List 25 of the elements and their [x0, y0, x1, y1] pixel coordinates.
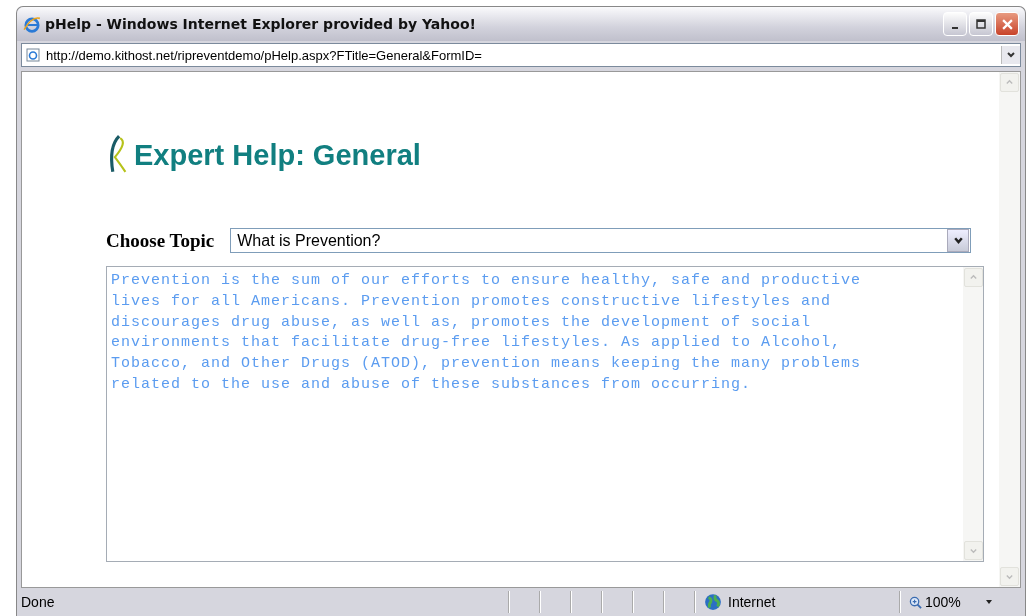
scroll-down-icon[interactable]: [1005, 572, 1014, 581]
scroll-up-icon[interactable]: [969, 273, 978, 282]
page-scrollbar[interactable]: [999, 72, 1020, 587]
scroll-down-icon[interactable]: [969, 546, 978, 555]
close-button[interactable]: [995, 12, 1019, 36]
url-text: http://demo.kithost.net/ripreventdemo/pHelp.aspx?FTitle=General&FormID=: [46, 47, 483, 63]
address-bar[interactable]: http://demo.kithost.net/ripreventdemo/pHelp.aspx?FTitle=General&FormID=: [21, 43, 1021, 67]
minimize-icon: [952, 27, 958, 29]
zoom-button[interactable]: 100%: [900, 591, 961, 613]
page-heading: Expert Help: General: [134, 138, 421, 172]
maximize-button[interactable]: [969, 12, 993, 36]
zoom-dropdown-icon[interactable]: [984, 598, 993, 606]
scroll-up-icon[interactable]: [1005, 78, 1014, 87]
close-icon: [1001, 18, 1013, 30]
window-title: pHelp - Windows Internet Explorer provided by Yahoo!: [45, 16, 477, 32]
globe-icon: [704, 593, 722, 611]
maximize-icon: [976, 19, 986, 29]
page-icon: [26, 48, 40, 62]
browser-logo-icon: [23, 15, 41, 33]
zone-text: Internet: [728, 594, 776, 610]
status-text: Done: [21, 594, 56, 610]
scrollbar[interactable]: [963, 267, 983, 561]
magnifier-icon: [909, 595, 922, 609]
topic-select[interactable]: What is Prevention?: [230, 228, 972, 253]
topic-label: Choose Topic: [106, 229, 215, 252]
